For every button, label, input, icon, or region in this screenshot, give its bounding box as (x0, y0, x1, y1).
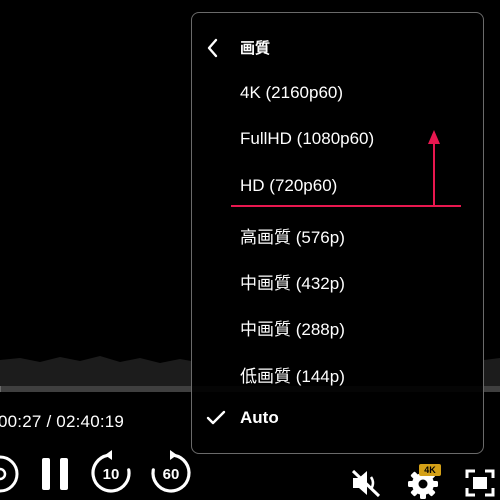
quality-option-2160p[interactable]: 4K (2160p60) (240, 83, 343, 103)
check-icon (206, 410, 226, 425)
mute-icon[interactable] (350, 468, 382, 498)
time-display: 00:27 / 02:40:19 (0, 412, 125, 431)
fullscreen-icon[interactable] (464, 468, 496, 498)
quality-option-1080p[interactable]: FullHD (1080p60) (240, 129, 374, 149)
quality-option-288p[interactable]: 中画質 (288p) (240, 315, 345, 340)
forward-label: 60 (163, 466, 180, 483)
quality-menu-header[interactable]: 画質 (206, 35, 466, 61)
previous-icon[interactable] (0, 452, 20, 496)
annotation-arrow-icon (428, 130, 440, 207)
forward-60-icon[interactable]: 60 (148, 450, 194, 496)
rewind-label: 10 (103, 466, 120, 483)
quality-menu: 画質 4K (2160p60) FullHD (1080p60) HD (720… (191, 12, 484, 454)
seek-progress (0, 386, 2, 392)
rewind-10-icon[interactable]: 10 (88, 450, 134, 496)
pause-icon[interactable] (40, 456, 70, 492)
quality-option-144p[interactable]: 低画質 (144p) (240, 362, 345, 387)
quality-option-auto[interactable]: Auto (240, 408, 279, 428)
chevron-left-icon[interactable] (206, 38, 218, 58)
quality-menu-title: 画質 (240, 40, 271, 57)
quality-option-432p[interactable]: 中画質 (432p) (240, 269, 345, 294)
quality-option-576p[interactable]: 高画質 (576p) (240, 223, 345, 248)
4k-badge: 4K (419, 464, 441, 476)
quality-option-720p[interactable]: HD (720p60) (240, 176, 337, 196)
